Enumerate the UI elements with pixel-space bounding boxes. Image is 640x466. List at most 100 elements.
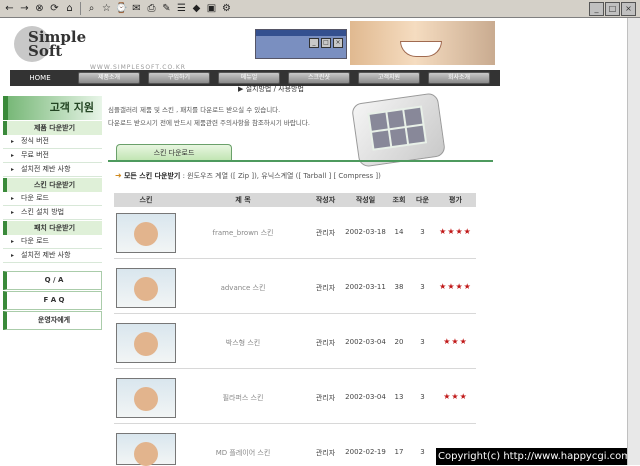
nav-company[interactable]: 회사소개: [428, 72, 490, 84]
stop-icon[interactable]: ⊗: [33, 2, 46, 15]
row-downloads: 3: [420, 448, 425, 456]
maximize-icon[interactable]: □: [605, 2, 620, 16]
settings-icon[interactable]: ⚙: [220, 2, 233, 15]
tab-skin-download[interactable]: 스킨 다운로드: [116, 144, 232, 161]
notice-line-1: 심플갤러리 제품 및 스킨 , 패치를 다운로드 받으실 수 있습니다.: [108, 106, 281, 114]
row-views: 38: [394, 283, 404, 291]
table-row[interactable]: 박스형 스킨 관리자 2002-03-04 20 3 ★★★: [114, 318, 476, 369]
sidebar-faq[interactable]: F A Q: [3, 291, 102, 310]
device-screen: [367, 105, 428, 151]
back-icon[interactable]: ←: [3, 2, 16, 15]
sidebar-link-free-version[interactable]: 무료 버전: [3, 149, 102, 163]
sidebar-link-patch-notes[interactable]: 설치전 제반 사항: [3, 249, 102, 263]
row-author: 관리자: [315, 449, 336, 457]
logo[interactable]: Simple Soft WWW.SIMPLESOFT.CO.KR: [10, 24, 185, 71]
logo-line2: Soft: [28, 42, 63, 60]
row-date: 2002-02-19: [345, 448, 386, 456]
browser-toolbar: ← → ⊗ ⟳ ⌂ ⌕ ☆ ⌚ ✉ ⎙ ✎ ☰ ◆ ▣ ⚙ _ □ ×: [0, 0, 640, 18]
sidebar-qa[interactable]: Q / A: [3, 271, 102, 290]
media-icon[interactable]: ▣: [205, 2, 218, 15]
sidebar: 고객 지원 제품 다운받기 정식 버전 무료 버전 설치전 제반 사항 스킨 다…: [3, 96, 102, 330]
page: Simple Soft WWW.SIMPLESOFT.CO.KR _ □ × H…: [0, 18, 627, 466]
decorative-minimize-icon: _: [309, 38, 319, 48]
device-illustration: [350, 92, 447, 168]
home-icon[interactable]: ⌂: [63, 2, 76, 15]
row-title[interactable]: advance 스킨: [178, 283, 308, 293]
refresh-icon[interactable]: ⟳: [48, 2, 61, 15]
skin-table-header: 스킨 제 목 작성자 작성일 조회 다운 평가: [114, 193, 476, 207]
download-all-label: 모든 스킨 다운받기: [123, 172, 181, 180]
vertical-scrollbar[interactable]: [627, 18, 640, 465]
sidebar-link-full-version[interactable]: 정식 버전: [3, 135, 102, 149]
column-title: 제 목: [235, 196, 251, 204]
nav-home[interactable]: HOME: [10, 74, 70, 82]
sidebar-section-patch[interactable]: 패치 다운받기: [3, 221, 102, 235]
device-thumbnail: [369, 112, 388, 131]
toolbar-separator: [80, 2, 81, 15]
decorative-maximize-icon: □: [321, 38, 331, 48]
row-author: 관리자: [315, 284, 336, 292]
history-icon[interactable]: ⌚: [115, 2, 128, 15]
mail-icon[interactable]: ✉: [130, 2, 143, 15]
notice-line-2: 다운로드 받으시기 전에 반드시 제품관련 주의사항을 참조하시기 바랍니다.: [108, 119, 310, 127]
row-date: 2002-03-04: [345, 393, 386, 401]
sidebar-link-install-notes[interactable]: 설치전 제반 사항: [3, 163, 102, 177]
window-controls: _ □ ×: [589, 2, 636, 16]
device-thumbnail: [389, 128, 408, 147]
nav-screenshots[interactable]: 스크린샷: [288, 72, 350, 84]
column-date: 작성일: [355, 196, 376, 204]
skin-thumbnail[interactable]: [116, 433, 176, 466]
row-title[interactable]: 박스형 스킨: [178, 338, 308, 348]
print-icon[interactable]: ⎙: [145, 2, 158, 15]
nav-purchase[interactable]: 구입하기: [148, 72, 210, 84]
skin-thumbnail[interactable]: [116, 378, 176, 418]
sidebar-link-patch-download[interactable]: 다운 로드: [3, 235, 102, 249]
column-author: 작성자: [315, 196, 336, 204]
skin-thumbnail[interactable]: [116, 213, 176, 253]
table-row[interactable]: advance 스킨 관리자 2002-03-11 38 3 ★★★★: [114, 263, 476, 314]
row-downloads: 3: [420, 393, 425, 401]
table-row[interactable]: 필라퍼스 스킨 관리자 2002-03-04 13 3 ★★★: [114, 373, 476, 424]
row-rating: ★★★★: [439, 282, 472, 291]
device-thumbnail: [372, 130, 390, 149]
skin-thumbnail[interactable]: [116, 323, 176, 363]
sidebar-contact-admin[interactable]: 운영자에게: [3, 311, 102, 330]
row-rating: ★★★: [443, 392, 468, 401]
row-views: 17: [394, 448, 404, 456]
sidebar-section-skin[interactable]: 스킨 다운받기: [3, 178, 102, 192]
close-icon[interactable]: ×: [621, 2, 636, 16]
row-rating: ★★★: [443, 337, 468, 346]
edit-icon[interactable]: ✎: [160, 2, 173, 15]
skin-thumbnail[interactable]: [116, 268, 176, 308]
decorative-close-icon: ×: [333, 38, 343, 48]
row-date: 2002-03-04: [345, 338, 386, 346]
arrow-right-icon: ➜: [115, 171, 122, 180]
row-date: 2002-03-18: [345, 228, 386, 236]
decorative-window-title: [256, 30, 346, 36]
download-links[interactable]: : 윈도우즈 계열 ([ Zip ]), 유닉스계열 ([ Tarball ] …: [183, 172, 381, 180]
sidebar-link-skin-download[interactable]: 다운 로드: [3, 192, 102, 206]
logo-text: Simple Soft: [28, 30, 86, 60]
nav-manual[interactable]: 메뉴얼: [218, 72, 280, 84]
minimize-icon[interactable]: _: [589, 2, 604, 16]
nav-support[interactable]: 고객지원: [358, 72, 420, 84]
nav-products[interactable]: 제품소개: [78, 72, 140, 84]
row-title[interactable]: MD 플레이어 스킨: [178, 448, 308, 458]
subnavigation[interactable]: ▶ 설치방법 / 사용방법: [238, 84, 304, 94]
row-title[interactable]: frame_brown 스킨: [178, 228, 308, 238]
messenger-icon[interactable]: ◆: [190, 2, 203, 15]
search-icon[interactable]: ⌕: [85, 2, 98, 15]
sidebar-link-skin-install[interactable]: 스킨 설치 방법: [3, 206, 102, 220]
favorites-icon[interactable]: ☆: [100, 2, 113, 15]
table-row[interactable]: MD 플레이어 스킨 관리자 2002-02-19 17 3 ★★★: [114, 428, 476, 466]
forward-icon[interactable]: →: [18, 2, 31, 15]
copyright-watermark: Copyright(c) http://www.happycgi.com: [436, 448, 627, 465]
row-title[interactable]: 필라퍼스 스킨: [178, 393, 308, 403]
table-row[interactable]: frame_brown 스킨 관리자 2002-03-18 14 3 ★★★★: [114, 208, 476, 259]
tab-divider: [108, 160, 493, 162]
row-author: 관리자: [315, 229, 336, 237]
discuss-icon[interactable]: ☰: [175, 2, 188, 15]
row-views: 20: [394, 338, 404, 346]
sidebar-section-product[interactable]: 제품 다운받기: [3, 121, 102, 135]
